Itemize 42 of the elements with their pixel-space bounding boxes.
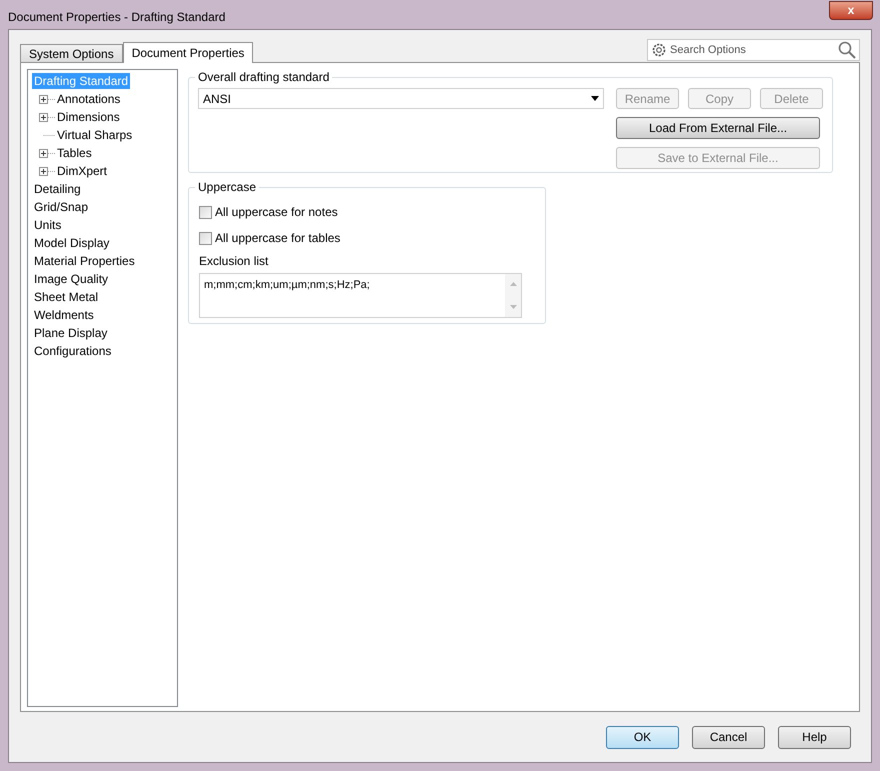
checkbox-label: All uppercase for tables xyxy=(215,230,340,247)
tree-item[interactable]: Annotations xyxy=(55,91,122,107)
dialog-button[interactable]: OK xyxy=(606,726,679,748)
tree-item[interactable]: Material Properties xyxy=(32,253,137,269)
group-title: Uppercase xyxy=(195,180,260,194)
tree-item[interactable]: Units xyxy=(32,217,64,233)
dialog-button[interactable]: Help xyxy=(778,726,851,748)
dialog-button[interactable]: Cancel xyxy=(692,726,765,748)
tree-item[interactable]: Configurations xyxy=(32,343,114,359)
checkbox[interactable] xyxy=(199,232,212,244)
tree-item[interactable]: Sheet Metal xyxy=(32,289,100,305)
window-title: Document Properties - Drafting Standard xyxy=(8,9,226,26)
settings-icon xyxy=(651,42,667,58)
checkbox[interactable] xyxy=(199,206,212,218)
checkbox-label: All uppercase for notes xyxy=(215,204,338,221)
expand-icon[interactable] xyxy=(39,112,55,122)
tab[interactable]: System Options xyxy=(20,44,123,62)
tree-item[interactable]: DimXpert xyxy=(55,163,110,179)
tree-item[interactable]: Virtual Sharps xyxy=(55,127,134,143)
search-icon[interactable] xyxy=(838,41,856,59)
tree-item[interactable]: Tables xyxy=(55,145,94,161)
dropdown-value: ANSI xyxy=(203,90,232,108)
dropdown-arrow-icon xyxy=(591,96,599,101)
tree-item[interactable]: Detailing xyxy=(32,181,83,197)
search-field[interactable]: Search Options xyxy=(647,39,860,61)
field-value: m;mm;cm;km;um;µm;nm;s;Hz;Pa; xyxy=(203,278,371,293)
tree-item[interactable]: Model Display xyxy=(32,235,112,251)
group-title: Overall drafting standard xyxy=(195,70,332,84)
search-input[interactable]: Search Options xyxy=(670,42,835,58)
exclusion-list-field[interactable]: m;mm;cm;km;um;µm;nm;s;Hz;Pa; xyxy=(199,273,522,318)
file-button[interactable]: Load From External File... xyxy=(616,117,820,139)
tab[interactable]: Document Properties xyxy=(122,42,254,63)
expand-icon[interactable] xyxy=(39,94,55,104)
field-label: Exclusion list xyxy=(199,253,270,270)
tree-item[interactable]: Image Quality xyxy=(32,271,110,287)
tree-item[interactable]: Plane Display xyxy=(32,325,110,341)
standard-dropdown[interactable]: ANSI xyxy=(198,88,604,109)
expand-icon[interactable] xyxy=(39,166,55,176)
expand-icon[interactable] xyxy=(39,148,55,158)
tree-item[interactable]: Grid/Snap xyxy=(32,199,90,215)
tree-item[interactable]: Dimensions xyxy=(55,109,122,125)
tree-item[interactable]: Weldments xyxy=(32,307,96,323)
